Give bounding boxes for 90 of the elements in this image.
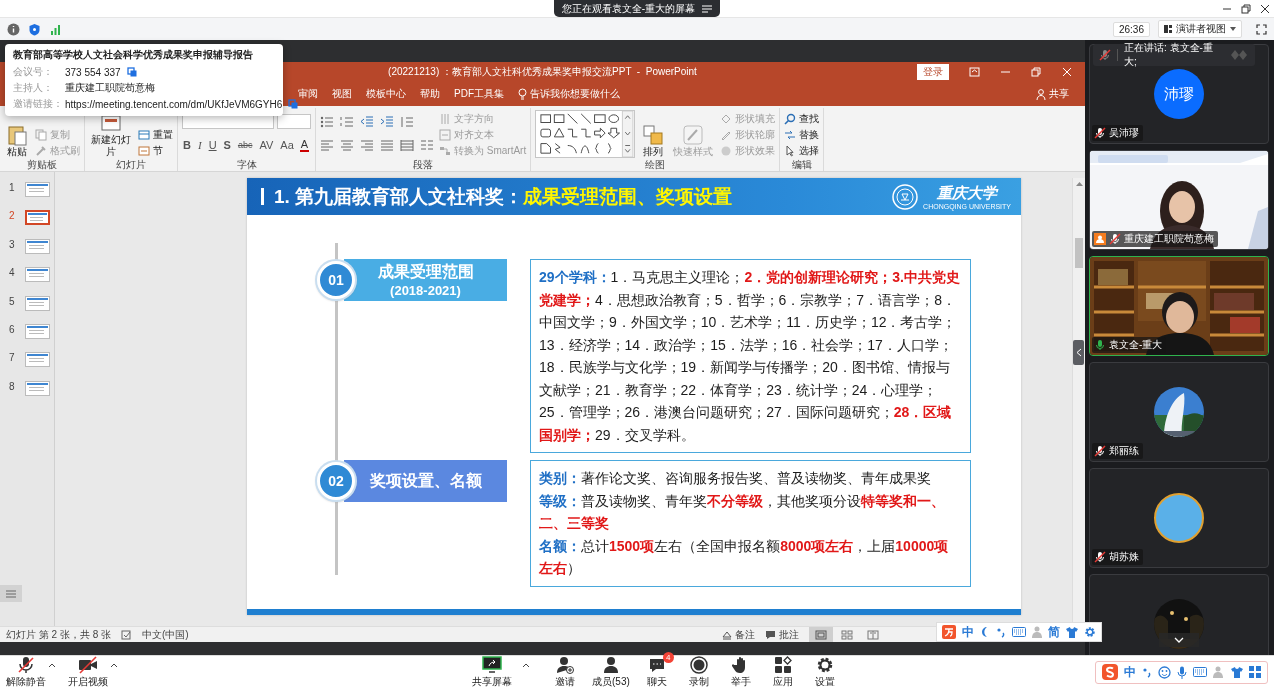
menu-tab[interactable]: 模板中心 — [366, 87, 406, 101]
info-value: 重庆建工职院苟意梅 — [65, 81, 155, 95]
content-paragraph: 等级：普及读物奖、青年奖不分等级，其他奖项分设特等奖和一、二、三等奖 — [539, 491, 946, 533]
slide-number: 3 — [9, 238, 16, 250]
video-tile[interactable]: 袁文全-重大 — [1089, 256, 1269, 356]
info-label: 主持人： — [13, 81, 54, 95]
menu-tab[interactable]: PDF工具集 — [454, 87, 504, 101]
toolbar-button[interactable]: 解除静音 — [6, 655, 46, 688]
format-button[interactable]: S — [222, 139, 232, 151]
slide-count: 幻灯片 第 2 张，共 8 张 — [6, 627, 111, 642]
ime-mode[interactable]: 中 — [962, 623, 974, 641]
content-paragraph: 名额：总计1500项左右（全国申报名额8000项左右，上届10000项左右） — [539, 536, 950, 578]
slide-number: 1 — [9, 182, 16, 193]
toolbar-button[interactable]: 录制 — [683, 655, 714, 688]
slide-number: 5 — [9, 295, 16, 307]
menu-tab[interactable]: 视图 — [332, 87, 352, 101]
ribbon-button[interactable]: 粘贴 — [4, 124, 30, 158]
menu-tab[interactable]: 帮助 — [420, 87, 440, 101]
tell-me-search[interactable]: 告诉我你想要做什么 — [518, 87, 620, 101]
slide-number: 7 — [9, 352, 16, 364]
ime-toolbar[interactable]: 中 — [1095, 660, 1268, 684]
toolbar-button[interactable]: 应用 — [767, 655, 798, 688]
toolbar-button[interactable]: 共享屏幕 — [472, 655, 512, 688]
toolbar-button[interactable]: 举手 — [725, 655, 756, 688]
view-mode-button[interactable]: 演讲者视图 — [1158, 20, 1242, 38]
format-button[interactable]: B — [182, 139, 192, 151]
logo-text: 重庆大学 — [937, 183, 998, 203]
participant-name: 吴沛璆 — [1109, 126, 1139, 140]
ribbon-button[interactable]: 重置 — [138, 127, 173, 142]
section-years: (2018-2021) — [390, 283, 461, 298]
notice-text: 您正在观看袁文全-重大的屏幕 — [561, 1, 696, 16]
format-button[interactable]: Aa — [279, 139, 295, 151]
slide-number: 8 — [9, 380, 16, 392]
slide-number: 2 — [9, 210, 16, 222]
group-label: 字体 — [235, 158, 258, 171]
participant-name: 胡苏姝 — [1109, 550, 1139, 564]
section-title: 成果受理范围 — [377, 262, 474, 282]
slide-title: 1. 第九届教育部人文社科奖：成果受理范围、奖项设置 — [274, 184, 733, 209]
group-label: 段落 — [412, 158, 435, 171]
ime-toolbar[interactable]: 中 简 — [936, 622, 1102, 642]
format-button[interactable]: A — [299, 138, 310, 152]
format-button[interactable]: U — [207, 139, 218, 151]
comments-button[interactable]: 批注 — [765, 627, 799, 642]
video-tile[interactable]: 重庆建工职院苟意梅 — [1089, 150, 1269, 250]
content-paragraph: 29个学科：1．马克思主义理论；2．党的创新理论研究；3.中共党史党建学；4．思想政治教育；5．哲学；6．宗教学；7．语言学；8．中国文学；9．外国文学；10．艺术学；11．历史学；12．考古学；13．经济学；14．政治学；15．法学；16．社会学；17．人口学；18．民族学与文化学；19．新闻学与传播学；20．图书馆、情报与文献学；21．教育学；22．体育学；23．统计学；24．心理学；25．管理学；26．港澳台问题研究；27．国际问题研究；28．区域国别学；29．交叉学科。 — [539, 268, 961, 445]
meeting-title: 教育部高等学校人文社会科学优秀成果奖申报辅导报告 — [13, 48, 254, 62]
notes-button[interactable]: 备注 — [722, 627, 755, 642]
speaker-text: 正在讲话: 袁文全-重大; — [1123, 41, 1214, 69]
slide-number: 4 — [9, 267, 16, 279]
participant-name: 袁文全-重大 — [1109, 338, 1163, 352]
toolbar-button[interactable]: 成员(53) — [592, 655, 630, 688]
step-number: 02 — [317, 462, 355, 500]
ribbon-button[interactable]: 替换 — [784, 127, 820, 142]
participant-name: 重庆建工职院苟意梅 — [1124, 232, 1214, 246]
format-button[interactable]: I — [196, 139, 203, 151]
ribbon-button[interactable]: 选择 — [784, 143, 820, 158]
ribbon-button[interactable]: 查找 — [784, 111, 820, 126]
login-button[interactable]: 登录 — [917, 64, 949, 80]
format-button[interactable]: abc — [236, 140, 254, 150]
meeting-timer: 26:36 — [1112, 21, 1150, 37]
group-label: 剪贴板 — [26, 158, 58, 171]
menu-tab[interactable]: 审阅 — [298, 87, 318, 101]
unread-badge: 4 — [662, 651, 674, 663]
step-number: 01 — [317, 261, 355, 299]
toolbar-button[interactable]: 设置 — [809, 655, 840, 688]
format-button[interactable]: AV — [258, 139, 275, 151]
group-label: 编辑 — [790, 158, 813, 171]
info-value: https://meeting.tencent.com/dm/UKfJeVM6GYH6 — [65, 98, 283, 110]
ribbon-button[interactable]: 节 — [138, 143, 173, 158]
slide-number: 6 — [9, 323, 16, 335]
info-label: 会议号： — [13, 65, 54, 79]
ribbon-button[interactable]: 新建幻灯片 — [89, 112, 133, 158]
group-label: 幻灯片 — [115, 158, 147, 171]
avatar: 沛璆 — [1154, 69, 1204, 119]
language: 中文(中国) — [142, 627, 189, 642]
group-label: 绘图 — [644, 158, 667, 171]
info-value: 373 554 337 — [65, 66, 121, 78]
toolbar-button[interactable]: 邀请 — [550, 655, 580, 688]
section-title: 奖项设置、名额 — [369, 470, 482, 491]
info-label: 邀请链接： — [13, 97, 64, 111]
window-title: (20221213) ：教育部人文社科优秀成果奖申报交流PPT - PowerPoint — [388, 65, 697, 79]
share-button[interactable]: 共享 — [1036, 87, 1069, 101]
ime-script[interactable]: 简 — [1048, 623, 1060, 641]
content-paragraph: 类别：著作论文奖、咨询服务报告奖、普及读物奖、青年成果奖 — [539, 469, 932, 488]
video-tile[interactable]: 郑丽练 — [1089, 362, 1269, 462]
video-tile[interactable]: 胡苏姝 — [1089, 468, 1269, 568]
ribbon-button[interactable]: 排列 — [640, 124, 667, 158]
toolbar-button[interactable]: 开启视频 — [68, 655, 108, 688]
participant-name: 郑丽练 — [1109, 444, 1139, 458]
ime-mode[interactable]: 中 — [1124, 663, 1136, 681]
